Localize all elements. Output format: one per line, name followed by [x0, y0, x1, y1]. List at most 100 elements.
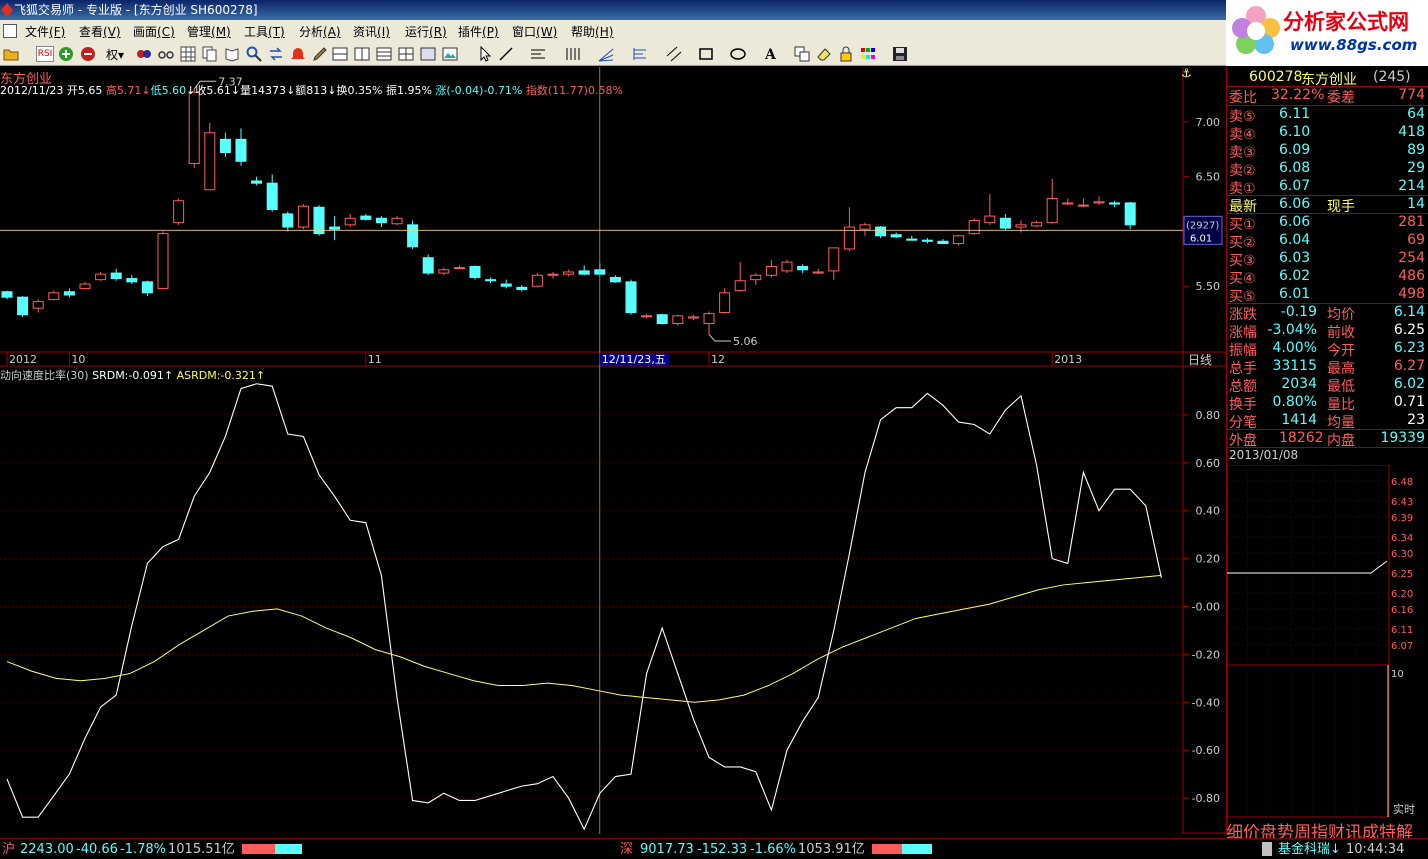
- glasses-icon[interactable]: [158, 46, 174, 62]
- bid-row[interactable]: 买② 6.04 69: [1227, 232, 1428, 251]
- time-label: 2012: [9, 353, 37, 366]
- color-palette-icon[interactable]: [860, 46, 876, 62]
- candle-body: [906, 238, 918, 241]
- search-icon[interactable]: [246, 46, 262, 62]
- stat-value: 0.80%: [1272, 394, 1317, 410]
- candle-body: [313, 206, 325, 235]
- indicator-tick-label: 0.20: [1196, 553, 1221, 566]
- ellipse-tool-icon[interactable]: [730, 46, 746, 62]
- stat-value: 6.23: [1393, 340, 1425, 356]
- intraday-chart[interactable]: 6.48 6.43 6.39 6.34 6.30 6.25 6.20 6.16 6.11 6.07…: [1227, 465, 1428, 820]
- layout-1-icon[interactable]: [332, 46, 348, 62]
- candle-body: [999, 217, 1011, 229]
- fan-tool-icon[interactable]: [598, 46, 614, 62]
- rect-tool-icon[interactable]: [698, 46, 714, 62]
- zoom-out-icon[interactable]: [80, 46, 96, 62]
- stat-value: 4.00%: [1272, 340, 1317, 356]
- lock-icon[interactable]: [838, 46, 854, 62]
- fib-tool-icon[interactable]: [632, 46, 648, 62]
- menu-file[interactable]: 文件(F): [25, 23, 65, 40]
- hline-tool-icon[interactable]: [530, 46, 546, 62]
- bid-row[interactable]: 买④ 6.02 486: [1227, 268, 1428, 287]
- text-tool-icon[interactable]: A: [762, 46, 778, 62]
- vline-tool-icon[interactable]: [564, 46, 580, 62]
- candle-body: [485, 279, 497, 282]
- menu-view[interactable]: 查看(V): [79, 23, 121, 40]
- layout-3-icon[interactable]: [376, 46, 392, 62]
- pen-tool-icon[interactable]: [312, 46, 328, 62]
- save-icon[interactable]: [892, 46, 908, 62]
- picture-icon[interactable]: [442, 46, 458, 62]
- candle-body: [126, 278, 138, 283]
- copy-icon[interactable]: [202, 46, 218, 62]
- menu-tools[interactable]: 工具(T): [244, 23, 285, 40]
- alarm-icon[interactable]: [290, 46, 306, 62]
- channel-tool-icon[interactable]: [666, 46, 682, 62]
- bid-row[interactable]: 买⑤ 6.01 498: [1227, 286, 1428, 305]
- ask-row[interactable]: 卖⑤ 6.11 64: [1227, 106, 1428, 125]
- indicator-tick-label: -0.20: [1192, 648, 1220, 661]
- stat-value: 23: [1407, 412, 1425, 428]
- candle-body: [329, 226, 341, 230]
- menu-help[interactable]: 帮助(H): [571, 23, 613, 40]
- swap-icon[interactable]: [268, 46, 284, 62]
- fuquan-dropdown[interactable]: 权▾: [106, 46, 128, 62]
- book-label: 买①: [1229, 217, 1256, 233]
- book-price: 6.07: [1279, 178, 1311, 194]
- menu-run[interactable]: 运行(R): [405, 23, 447, 40]
- book-icon[interactable]: [224, 46, 240, 62]
- intraday-tick-label: 6.11: [1391, 625, 1413, 636]
- open-folder-icon[interactable]: [3, 46, 19, 62]
- stat-row: 换手 0.80% 量比 0.71: [1227, 394, 1428, 413]
- copy-shape-icon[interactable]: [794, 46, 810, 62]
- bottom-tabs[interactable]: 细价盘势周指财讯成特解: [1226, 818, 1428, 843]
- title-bar: 飞狐交易师 - 专业版 - [东方创业 SH600278]: [0, 0, 1428, 20]
- stat-label: 量比: [1327, 397, 1355, 413]
- zoom-in-icon[interactable]: [58, 46, 74, 62]
- ask-row[interactable]: 卖① 6.07 214: [1227, 178, 1428, 197]
- grid-icon[interactable]: [180, 46, 196, 62]
- line-tool-icon[interactable]: [498, 46, 514, 62]
- candle-body: [63, 291, 75, 296]
- eraser-icon[interactable]: [816, 46, 832, 62]
- book-volume: 254: [1398, 250, 1425, 266]
- book-label: 买④: [1229, 271, 1256, 287]
- menu-manage[interactable]: 管理(M): [187, 23, 231, 40]
- layout-2-icon[interactable]: [354, 46, 370, 62]
- ask-row[interactable]: 卖④ 6.10 418: [1227, 124, 1428, 143]
- candle-body: [656, 314, 668, 325]
- chart-canvas[interactable]: 7.006.506.005.50(2927)6.01⚓7.375.0620121…: [0, 67, 1226, 834]
- candle-body: [469, 266, 481, 278]
- candle-body: [516, 286, 528, 291]
- menu-info[interactable]: 资讯(I): [353, 23, 390, 40]
- pointer-icon[interactable]: [478, 46, 494, 62]
- candle-body: [797, 266, 809, 271]
- bid-row[interactable]: 买① 6.06 281: [1227, 214, 1428, 233]
- ask-row[interactable]: 卖② 6.08 29: [1227, 160, 1428, 179]
- menu-analysis[interactable]: 分析(A): [299, 23, 341, 40]
- ask-row[interactable]: 卖③ 6.09 89: [1227, 142, 1428, 161]
- stat-label: 今开: [1327, 343, 1355, 359]
- indicator-icon[interactable]: [136, 46, 152, 62]
- book-volume: 498: [1398, 286, 1425, 302]
- chart-area[interactable]: 7.006.506.005.50(2927)6.01⚓7.375.0620121…: [0, 67, 1226, 834]
- layout-4-icon[interactable]: [398, 46, 414, 62]
- candle-body: [921, 239, 933, 242]
- candle-body: [48, 292, 60, 300]
- book-label: 买③: [1229, 253, 1256, 269]
- document-icon[interactable]: [3, 24, 17, 38]
- indicator-tick-label: -0.40: [1192, 696, 1220, 709]
- candle-body: [344, 217, 356, 226]
- intraday-date: 2013/01/08: [1229, 448, 1299, 462]
- candle-body: [563, 271, 575, 275]
- brand-url[interactable]: www.88gs.com: [1290, 36, 1417, 54]
- stat-label: 总额: [1229, 379, 1257, 395]
- rsi-button[interactable]: RSI: [36, 46, 54, 62]
- sh-change: -40.66: [76, 842, 118, 857]
- layout-5-icon[interactable]: [420, 46, 436, 62]
- menu-window[interactable]: 窗口(W): [512, 23, 557, 40]
- bid-row[interactable]: 买③ 6.03 254: [1227, 250, 1428, 269]
- menu-screen[interactable]: 画面(C): [133, 23, 175, 40]
- menu-plugins[interactable]: 插件(P): [458, 23, 499, 40]
- ticker-text[interactable]: 基金科瑞↓: [1278, 839, 1341, 859]
